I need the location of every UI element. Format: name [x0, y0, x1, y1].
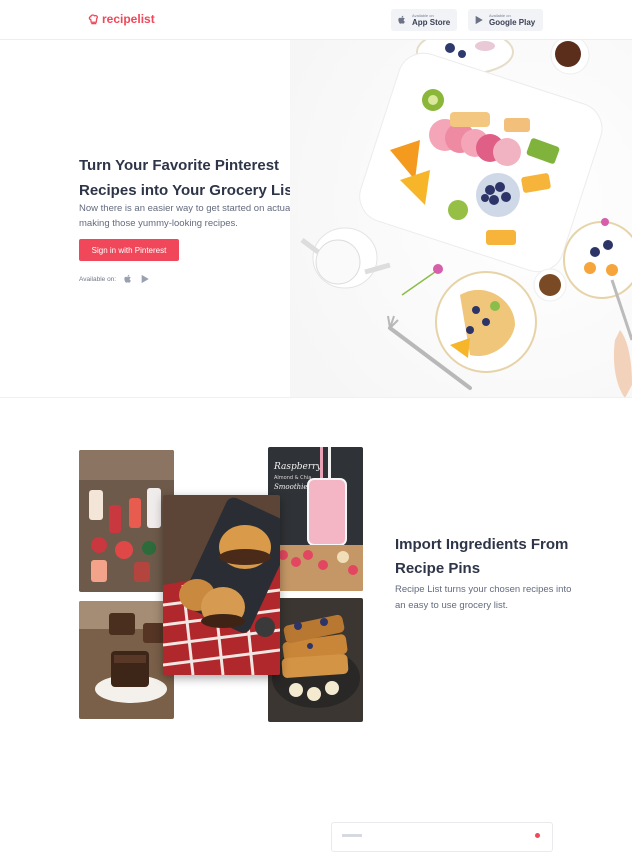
- photo-burgers: [163, 495, 280, 675]
- photo-drinks: [79, 450, 174, 592]
- available-label: Available on:: [79, 275, 117, 283]
- svg-text:Almond & Chia: Almond & Chia: [274, 475, 311, 481]
- chef-hat-icon: [88, 13, 99, 24]
- drinks-image: [79, 450, 174, 592]
- hero-section: Turn Your Favorite Pinterest Recipes int…: [0, 40, 632, 398]
- french-toast-image: [268, 598, 363, 722]
- photo-french-toast: [268, 598, 363, 722]
- brownies-image: [79, 601, 174, 719]
- apple-icon[interactable]: [123, 274, 133, 284]
- play-icon: [475, 15, 483, 25]
- logo-text: recipelist: [102, 12, 155, 26]
- hero-food-image: [290, 40, 632, 397]
- photo-smoothie: Raspberry Almond & Chia Smoothie: [268, 447, 363, 591]
- smoothie-image: Raspberry Almond & Chia Smoothie: [268, 447, 363, 591]
- burgers-image: [163, 495, 280, 675]
- app-store-button[interactable]: Available on App Store: [391, 9, 457, 31]
- available-on: Available on:: [79, 274, 150, 284]
- app-store-label: App Store: [412, 18, 451, 27]
- google-play-label: Google Play: [489, 18, 536, 27]
- sign-in-pinterest-button[interactable]: Sign in with Pinterest: [79, 239, 179, 261]
- svg-text:Smoothie: Smoothie: [274, 483, 308, 491]
- section-title: Import Ingredients From Recipe Pins: [395, 536, 569, 577]
- play-icon[interactable]: [140, 274, 150, 284]
- apple-icon: [398, 15, 405, 24]
- photo-brownies: [79, 601, 174, 719]
- next-section-card: [331, 822, 553, 852]
- site-header: recipelist Available on App Store Availa…: [0, 0, 632, 40]
- section-subtitle: Recipe List turns your chosen recipes in…: [395, 584, 572, 611]
- google-play-button[interactable]: Available on Google Play: [468, 9, 543, 31]
- smoothie-caption: Raspberry: [273, 462, 322, 472]
- logo[interactable]: recipelist: [88, 12, 155, 26]
